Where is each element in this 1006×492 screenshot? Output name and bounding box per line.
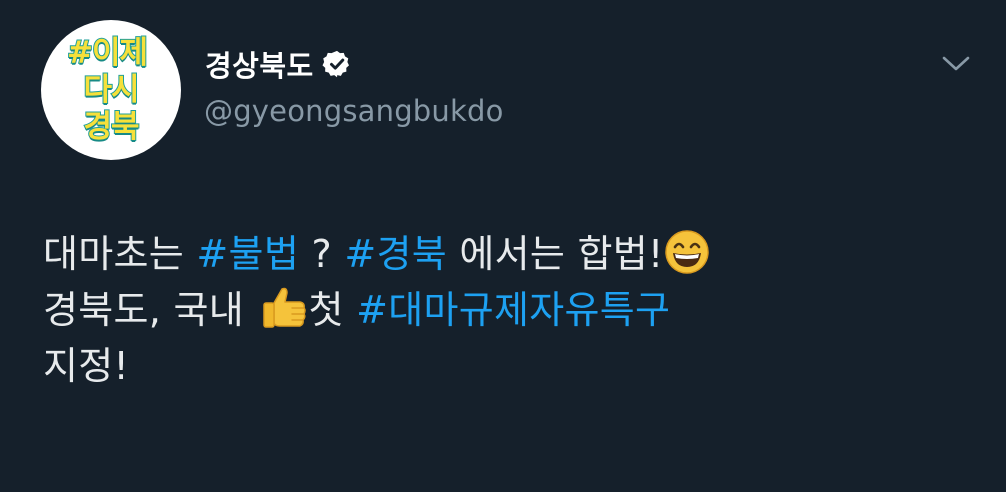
tweet-text-segment: 에서는 합법!	[447, 232, 664, 276]
avatar-text-line: #이제	[66, 34, 149, 72]
avatar-text-line: 다시	[82, 71, 140, 109]
tweet-card: #이제 다시 경북 경상북도 @gyeongsangbukdo 대마초는 #불법…	[0, 0, 1006, 492]
tweet-text-segment: 지정!	[43, 344, 130, 388]
display-name[interactable]: 경상북도	[205, 43, 314, 85]
tweet-text: 대마초는 #불법 ? #경북 에서는 합법! 경북도, 국내 첫 #대마규제자유…	[43, 226, 983, 394]
avatar-text-line: 경북	[82, 108, 140, 146]
tweet-text-segment: 첫	[308, 288, 357, 332]
grinning-face-icon	[664, 230, 709, 274]
user-handle[interactable]: @gyeongsangbukdo	[204, 94, 504, 128]
tweet-line: 지정!	[43, 338, 983, 394]
hashtag-link[interactable]: #불법	[196, 232, 299, 276]
avatar[interactable]: #이제 다시 경북	[41, 20, 181, 160]
tweet-text-segment: 경북도, 국내	[43, 288, 257, 332]
tweet-line: 대마초는 #불법 ? #경북 에서는 합법!	[43, 226, 983, 282]
tweet-text-segment: 대마초는	[43, 232, 197, 276]
tweet-text-segment: ?	[299, 232, 345, 276]
chevron-down-icon[interactable]	[938, 52, 974, 76]
tweet-line: 경북도, 국내 첫 #대마규제자유특구	[43, 282, 983, 338]
verified-badge-icon	[322, 50, 349, 78]
hashtag-link[interactable]: #경북	[344, 232, 447, 276]
thumbs-up-icon	[263, 287, 307, 328]
author-name-row: 경상북도	[205, 44, 352, 84]
avatar-logo: #이제 다시 경북	[57, 30, 165, 150]
hashtag-link[interactable]: #대마규제자유특구	[356, 288, 670, 332]
